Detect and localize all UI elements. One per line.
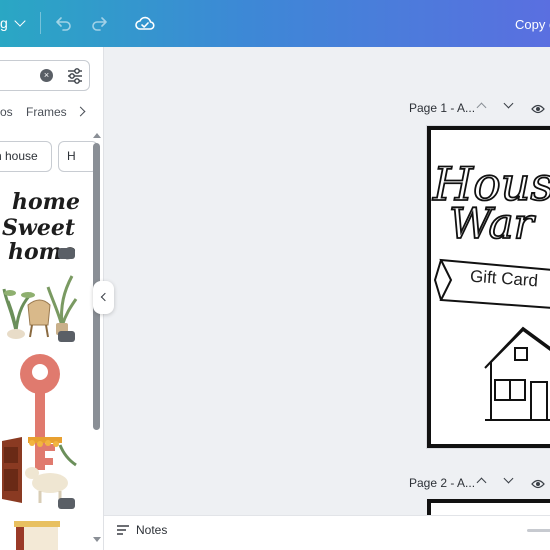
copy-button[interactable]: Copy c — [515, 17, 550, 32]
lettering-home: home — [12, 189, 80, 215]
page-1-title[interactable]: Page 1 - A... — [409, 101, 475, 115]
filter-icon[interactable] — [66, 67, 84, 84]
toolbar-divider — [40, 12, 41, 34]
suggestion-chip[interactable]: H — [58, 141, 98, 172]
notes-icon — [117, 525, 129, 535]
premium-badge-icon — [58, 331, 75, 342]
save-status-button[interactable] — [134, 12, 156, 34]
result-partial-item[interactable] — [14, 517, 64, 550]
hide-page-icon[interactable] — [531, 102, 545, 114]
headline-line-2: War — [449, 199, 537, 248]
cloud-check-icon — [135, 16, 155, 30]
category-tabs: os Frames — [0, 104, 103, 122]
hide-page-icon[interactable] — [531, 477, 545, 489]
page-2-title[interactable]: Page 2 - A... — [409, 476, 475, 490]
redo-button[interactable] — [88, 12, 110, 34]
redo-icon — [92, 17, 107, 31]
clear-search-icon[interactable]: × — [40, 69, 53, 82]
resize-menu-button[interactable]: g — [0, 15, 26, 31]
bottom-bar — [104, 515, 550, 550]
chevron-right-icon[interactable] — [75, 106, 86, 117]
move-page-up-icon[interactable] — [476, 477, 490, 491]
top-toolbar: g Copy c — [0, 0, 550, 47]
collapse-panel-button[interactable] — [93, 281, 114, 314]
move-page-up-icon[interactable] — [476, 102, 490, 116]
suggestion-chip[interactable]: n house — [0, 141, 52, 172]
scroll-down-arrow[interactable] — [93, 537, 101, 542]
notes-button[interactable]: Notes — [116, 523, 167, 537]
move-page-down-icon[interactable] — [503, 473, 517, 487]
chevron-down-icon — [14, 15, 26, 27]
page-1-header: Page 1 - A... — [409, 101, 475, 115]
undo-icon — [56, 17, 71, 31]
page-2-header: Page 2 - A... — [409, 476, 475, 490]
notes-label: Notes — [136, 523, 168, 537]
elements-panel: × os Frames n house H home Sweet home — [0, 47, 104, 550]
lettering-sweet: Sweet — [2, 215, 75, 241]
scroll-up-arrow[interactable] — [93, 133, 101, 138]
zoom-slider[interactable] — [527, 529, 550, 532]
premium-badge-icon — [58, 498, 75, 509]
resize-menu-label: g — [0, 15, 8, 31]
undo-button[interactable] — [53, 12, 75, 34]
result-door-with-cow[interactable] — [0, 435, 80, 507]
premium-badge-icon — [58, 248, 75, 259]
tab-videos[interactable]: os — [0, 105, 13, 119]
move-page-down-icon[interactable] — [503, 98, 517, 112]
tab-frames[interactable]: Frames — [26, 105, 67, 119]
